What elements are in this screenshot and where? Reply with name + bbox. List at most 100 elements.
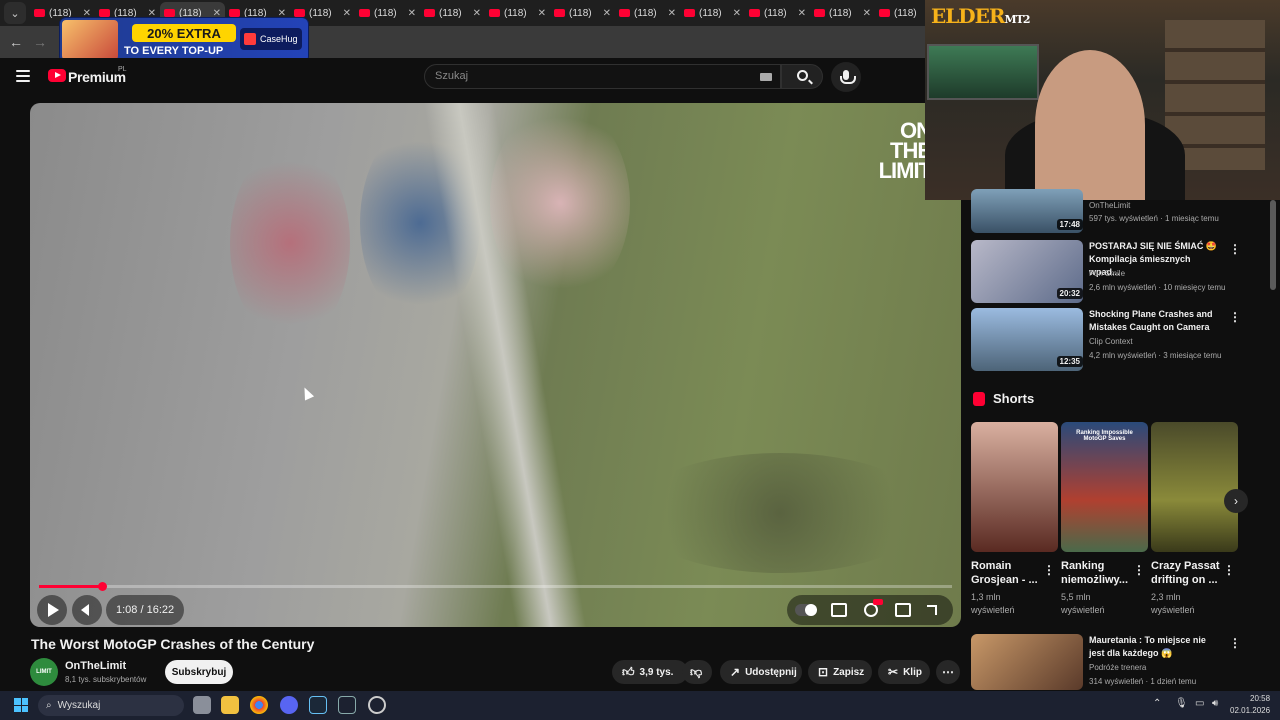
search-input[interactable]: Szukaj: [424, 64, 781, 89]
share-button[interactable]: ↗ Udostępnij: [720, 660, 802, 684]
close-tab-icon[interactable]: ✕: [733, 8, 741, 19]
app-icon[interactable]: [338, 696, 356, 714]
streamer: [1035, 50, 1145, 200]
chrome-icon[interactable]: [250, 696, 268, 714]
speaker-icon[interactable]: 🔊︎: [1212, 698, 1218, 709]
more-actions-button[interactable]: ⋯: [936, 660, 960, 684]
close-tab-icon[interactable]: ✕: [213, 8, 221, 19]
close-tab-icon[interactable]: ✕: [408, 8, 416, 19]
rec-channel[interactable]: Fun Smile: [1089, 269, 1125, 278]
video-player[interactable]: ON THE LIMIT 1:08 / 16:22: [30, 103, 961, 627]
video-thumbnail[interactable]: [971, 634, 1083, 690]
task-view-icon[interactable]: [193, 696, 211, 714]
thumbs-up-icon: 👍︎: [622, 664, 635, 679]
more-options-icon[interactable]: ⋮: [1043, 563, 1055, 577]
close-tab-icon[interactable]: ✕: [83, 8, 91, 19]
duration-badge: 17:48: [1056, 219, 1083, 230]
rec-title[interactable]: Shocking Plane Crashes and Mistakes Caug…: [1089, 308, 1221, 334]
channel-name[interactable]: OnTheLimit: [65, 660, 126, 672]
subtitles-icon[interactable]: [831, 603, 847, 617]
like-button[interactable]: 👍︎ 3,9 tys.: [612, 660, 688, 684]
browser-tab[interactable]: (118) ✕: [550, 2, 615, 24]
ad-gift-icon: [62, 20, 118, 60]
short-title[interactable]: Ranking niemożliwy...: [1061, 559, 1131, 587]
settings-icon[interactable]: [864, 599, 883, 617]
steam-icon[interactable]: [309, 696, 327, 714]
close-tab-icon[interactable]: ✕: [473, 8, 481, 19]
keyboard-icon[interactable]: [760, 73, 772, 81]
back-icon[interactable]: ←: [9, 34, 23, 50]
thumbs-down-icon: 👎︎: [690, 664, 703, 679]
close-tab-icon[interactable]: ✕: [148, 8, 156, 19]
tab-search-icon[interactable]: ⌄: [4, 2, 26, 24]
close-tab-icon[interactable]: ✕: [798, 8, 806, 19]
play-button[interactable]: [37, 595, 67, 625]
miniplayer-icon[interactable]: [895, 603, 911, 617]
youtube-logo-icon[interactable]: [48, 69, 66, 82]
network-icon[interactable]: ▭: [1195, 698, 1204, 709]
browser-tab[interactable]: (118) ✕: [355, 2, 420, 24]
chevron-up-icon[interactable]: ⌃: [1153, 698, 1161, 709]
list-item[interactable]: Mauretania : To miejsce nie jest dla każ…: [971, 634, 1251, 690]
channel-watermark[interactable]: ON THE LIMIT: [879, 120, 932, 182]
short-title[interactable]: Crazy Passat drifting on ...: [1151, 559, 1221, 587]
youtube-favicon-icon: [164, 9, 175, 17]
fullscreen-icon[interactable]: [927, 605, 937, 615]
browser-tab[interactable]: (118) ✕: [420, 2, 485, 24]
search-button[interactable]: [781, 64, 823, 89]
windows-start-icon[interactable]: [14, 698, 28, 712]
close-tab-icon[interactable]: ✕: [278, 8, 286, 19]
rec-channel[interactable]: Podróże trenera: [1089, 663, 1146, 672]
short-views-text: 1,3 mln wyświetleń: [971, 592, 1015, 615]
rec-channel[interactable]: OnTheLimit: [1089, 201, 1130, 210]
rec-channel[interactable]: Clip Context: [1089, 337, 1133, 346]
save-button[interactable]: ⊡ Zapisz: [808, 660, 872, 684]
channel-avatar[interactable]: LIMIT: [30, 658, 58, 686]
close-tab-icon[interactable]: ✕: [538, 8, 546, 19]
chevron-right-icon[interactable]: ›: [1224, 489, 1248, 513]
close-tab-icon[interactable]: ✕: [863, 8, 871, 19]
browser-tab[interactable]: (118) ✕: [745, 2, 810, 24]
list-item[interactable]: 17:48 OnTheLimit 597 tys. wyświetleń · 1…: [971, 189, 1251, 233]
progress-bar[interactable]: [39, 582, 952, 591]
browser-tab[interactable]: (118) ✕: [615, 2, 680, 24]
more-options-icon[interactable]: ⋮: [1223, 563, 1235, 577]
browser-tab[interactable]: (118) ✕: [485, 2, 550, 24]
volume-button[interactable]: [72, 595, 102, 625]
more-options-icon[interactable]: ⋮: [1133, 563, 1145, 577]
obs-icon[interactable]: [368, 696, 386, 714]
browser-tab[interactable]: (118) ✕: [680, 2, 745, 24]
more-options-icon[interactable]: ⋮: [1229, 310, 1241, 324]
autoplay-toggle[interactable]: [795, 604, 817, 616]
close-tab-icon[interactable]: ✕: [343, 8, 351, 19]
short-thumbnail[interactable]: Ranking Impossible MotoGP Saves: [1061, 422, 1148, 552]
close-tab-icon[interactable]: ✕: [603, 8, 611, 19]
list-item[interactable]: 12:35 Shocking Plane Crashes and Mistake…: [971, 308, 1251, 372]
scrubber-handle[interactable]: [97, 582, 107, 591]
clock[interactable]: 20:58 02.01.2026: [1230, 693, 1270, 717]
short-thumbnail[interactable]: [971, 422, 1058, 552]
forward-icon[interactable]: →: [33, 34, 47, 50]
tab-label: (118): [439, 7, 462, 19]
microphone-icon[interactable]: 🎙︎: [1175, 698, 1188, 709]
ad-subline: TO EVERY TOP-UP: [124, 45, 224, 57]
rec-title[interactable]: Mauretania : To miejsce nie jest dla każ…: [1089, 634, 1221, 660]
list-item[interactable]: 20:32 POSTARAJ SIĘ NIE ŚMIAĆ 🤩 Kompilacj…: [971, 240, 1251, 304]
file-explorer-icon[interactable]: [221, 696, 239, 714]
subscribe-button[interactable]: Subskrybuj: [165, 660, 233, 684]
youtube-favicon-icon: [814, 9, 825, 17]
scrollbar[interactable]: [1270, 200, 1276, 290]
browser-tab[interactable]: (118) ✕: [810, 2, 875, 24]
more-options-icon[interactable]: ⋮: [1229, 242, 1241, 256]
short-title[interactable]: Romain Grosjean - ...: [971, 559, 1041, 587]
close-tab-icon[interactable]: ✕: [668, 8, 676, 19]
clip-button[interactable]: ✂ Klip: [878, 660, 930, 684]
taskbar-search[interactable]: ⌕ Wyszukaj: [38, 695, 184, 716]
ad-banner[interactable]: 20% EXTRA TO EVERY TOP-UP CaseHug: [60, 18, 308, 62]
discord-icon[interactable]: [280, 696, 298, 714]
voice-search-button[interactable]: [831, 62, 861, 92]
short-thumbnail[interactable]: [1151, 422, 1238, 552]
more-options-icon[interactable]: ⋮: [1229, 636, 1241, 650]
menu-icon[interactable]: [16, 70, 30, 82]
dislike-button[interactable]: 👎︎: [682, 660, 712, 684]
